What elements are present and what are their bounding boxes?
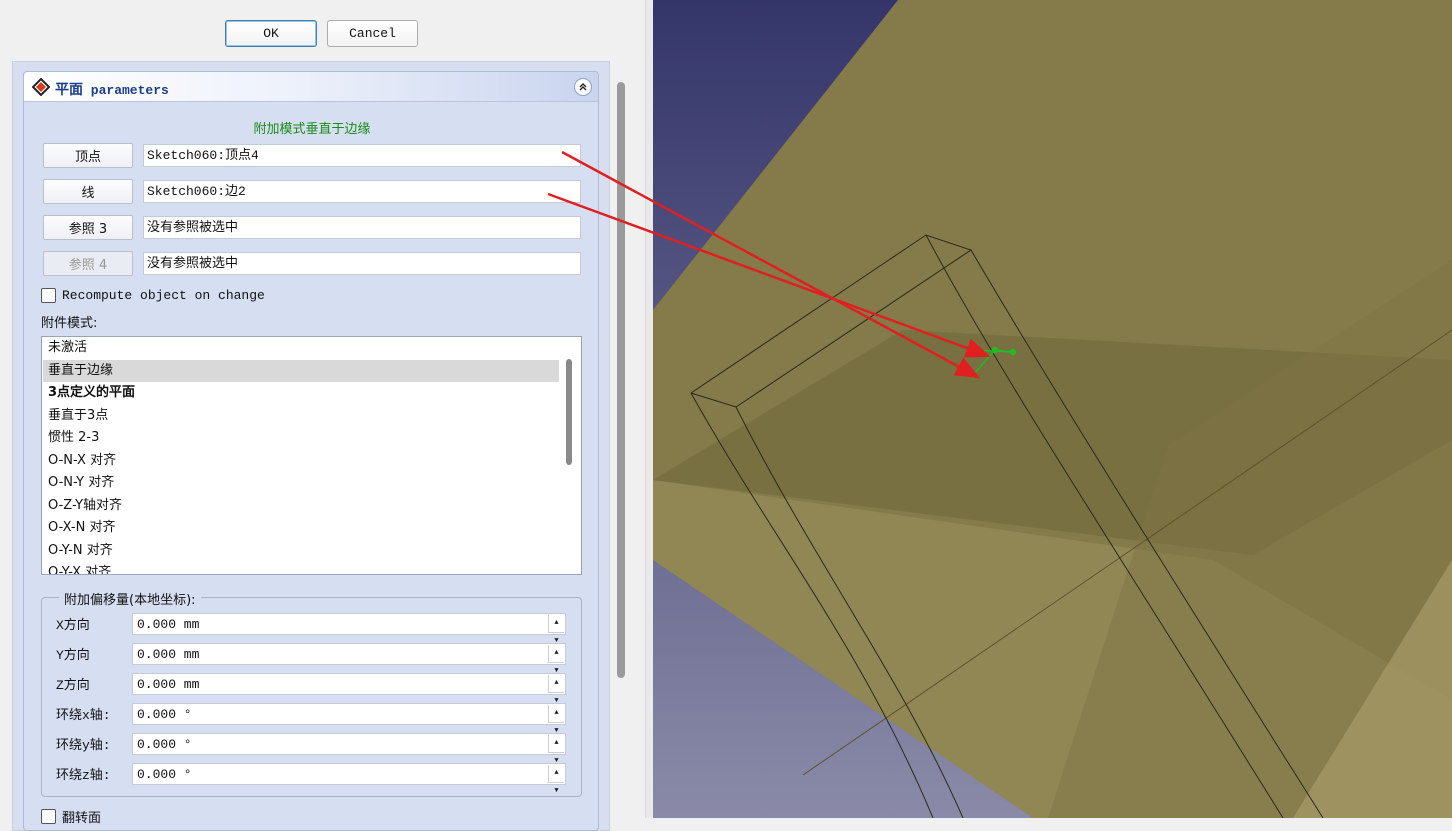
collapse-up-icon[interactable]	[574, 78, 592, 96]
panel-title: 平面 parameters	[55, 82, 169, 98]
rotate-z-label: 环绕z轴:	[56, 768, 111, 783]
offset-group-label: 附加偏移量(本地坐标):	[59, 589, 201, 608]
offset-y-label: Y方向	[56, 648, 90, 663]
task-panel-pane: OK Cancel 平面 parameters 附加模式垂直于边缘 顶点 Ske…	[0, 0, 645, 831]
offset-z-label: Z方向	[56, 678, 90, 693]
spin-arrows-icon[interactable]: ▲ ▼	[548, 705, 564, 735]
rotate-y-label: 环绕y轴:	[56, 738, 111, 753]
list-item[interactable]: O-N-Y 对齐	[43, 472, 559, 494]
panel-header[interactable]: 平面 parameters	[24, 72, 598, 102]
reference-1-button[interactable]: 顶点	[43, 143, 133, 168]
offset-x-spinbox[interactable]: 0.000 mm ▲ ▼	[132, 613, 566, 645]
3d-viewport[interactable]	[653, 0, 1452, 818]
recompute-label: Recompute object on change	[62, 288, 265, 303]
panel-scrollbar[interactable]	[617, 82, 625, 678]
list-item-selected[interactable]: 垂直于边缘	[43, 360, 559, 382]
attach-mode-label: 附件模式:	[41, 316, 98, 331]
rotate-x-spinbox[interactable]: 0.000 ° ▲ ▼	[132, 703, 566, 735]
list-item[interactable]: O-Y-N 对齐	[43, 540, 559, 562]
datum-plane-icon	[32, 78, 50, 96]
offset-x-label: X方向	[56, 618, 90, 633]
ok-button[interactable]: OK	[225, 20, 317, 47]
spin-arrows-icon[interactable]: ▲ ▼	[548, 675, 564, 705]
rotate-x-label: 环绕x轴:	[56, 708, 111, 723]
flip-face-row[interactable]: 翻转面	[41, 807, 101, 826]
recompute-checkbox[interactable]	[41, 288, 56, 303]
reference-4-field[interactable]: 没有参照被选中	[143, 252, 581, 275]
spin-arrows-icon[interactable]: ▲ ▼	[548, 645, 564, 675]
list-item[interactable]: 未激活	[43, 337, 559, 359]
rotate-z-spinbox[interactable]: 0.000 ° ▲ ▼	[132, 763, 566, 795]
list-scrollbar[interactable]	[559, 337, 581, 574]
list-item[interactable]: O-Z-Y轴对齐	[43, 495, 559, 517]
offset-y-spinbox[interactable]: 0.000 mm ▲ ▼	[132, 643, 566, 675]
rotate-y-spinbox[interactable]: 0.000 ° ▲ ▼	[132, 733, 566, 765]
list-scrollbar-thumb[interactable]	[566, 359, 572, 465]
attachment-mode-title: 附加模式垂直于边缘	[253, 122, 371, 137]
spin-arrows-icon[interactable]: ▲ ▼	[548, 615, 564, 645]
reference-1-field[interactable]: Sketch060:顶点4	[143, 144, 581, 167]
recompute-checkbox-row[interactable]: Recompute object on change	[41, 288, 265, 303]
list-item[interactable]: 垂直于3点	[43, 405, 559, 427]
list-item[interactable]: O-X-N 对齐	[43, 517, 559, 539]
list-item[interactable]: 惯性 2-3	[43, 427, 559, 449]
reference-4-button: 参照 4	[43, 251, 133, 276]
spin-arrows-icon[interactable]: ▲ ▼	[548, 735, 564, 765]
list-item[interactable]: O-N-X 对齐	[43, 450, 559, 472]
splitter[interactable]	[645, 0, 653, 818]
spin-arrows-icon[interactable]: ▲ ▼	[548, 765, 564, 795]
reference-3-button[interactable]: 参照 3	[43, 215, 133, 240]
offset-group: 附加偏移量(本地坐标): X方向 0.000 mm ▲ ▼ Y方向 0.000 mm…	[41, 589, 582, 797]
attach-mode-list[interactable]: 未激活 垂直于边缘 3点定义的平面 垂直于3点 惯性 2-3 O-N-X 对齐 …	[41, 336, 582, 575]
reference-2-field[interactable]: Sketch060:边2	[143, 180, 581, 203]
list-item[interactable]: 3点定义的平面	[43, 382, 559, 404]
reference-3-field[interactable]: 没有参照被选中	[143, 216, 581, 239]
offset-z-spinbox[interactable]: 0.000 mm ▲ ▼	[132, 673, 566, 705]
plane-parameters-panel: 平面 parameters 附加模式垂直于边缘 顶点 Sketch060:顶点4…	[23, 71, 599, 831]
3d-scene	[653, 0, 1452, 818]
flip-face-label: 翻转面	[62, 811, 102, 826]
flip-face-checkbox[interactable]	[41, 809, 56, 824]
list-item[interactable]: O-Y-X 对齐	[43, 562, 559, 574]
cancel-button[interactable]: Cancel	[327, 20, 418, 47]
reference-2-button[interactable]: 线	[43, 179, 133, 204]
